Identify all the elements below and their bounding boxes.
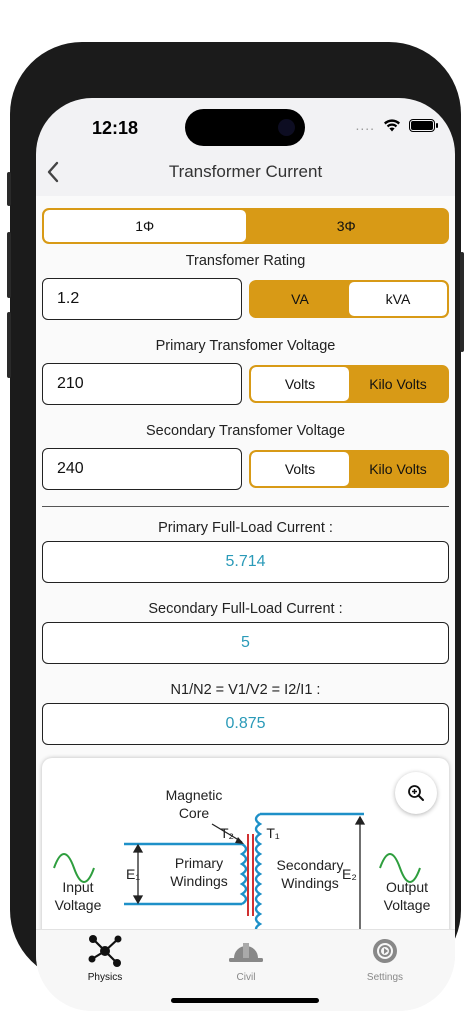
e2-label: E₂ [342,866,357,882]
tab-settings[interactable]: Settings [345,934,425,983]
phone-frame: 12:18 .... Transformer Current 1Φ 3Φ Tra… [7,42,464,1011]
zoom-in-icon [408,785,424,801]
magnetic-core-label: Magnetic Core [165,787,223,822]
tab-label: Physics [87,972,123,983]
unit-option-volts[interactable]: Volts [251,367,349,401]
ratio-label: N1/N2 = V1/V2 = I2/I1 : [170,682,321,698]
volume-up-button [7,232,11,298]
secondary-voltage-label: Secondary Transfomer Voltage [145,423,346,439]
tab-label: Settings [366,972,404,983]
tab-bar: Physics Civil Settings [36,929,455,1011]
t1-label: T₁ [266,825,280,841]
gear-icon [373,939,397,963]
molecule-icon [88,935,122,967]
battery-icon [409,118,438,132]
zoom-button[interactable] [395,772,437,814]
rating-input[interactable]: 1.2 [42,278,242,320]
secondary-voltage-input[interactable]: 240 [42,448,242,490]
unit-option-kva[interactable]: kVA [349,282,447,316]
unit-option-va[interactable]: VA [251,282,349,316]
secondary-current-label: Secondary Full-Load Current : [148,601,343,617]
status-icons: .... [355,117,438,133]
phase-option-1[interactable]: 1Φ [44,210,246,242]
secondary-current-result: 5 [42,622,449,664]
status-time: 12:18 [92,118,139,138]
screen: 12:18 .... Transformer Current 1Φ 3Φ Tra… [36,98,455,1011]
primary-voltage-label: Primary Transfomer Voltage [155,338,336,354]
phase-selector: 1Φ 3Φ [42,208,449,244]
t2-label: T₂ [220,825,234,841]
unit-option-volts[interactable]: Volts [251,452,349,486]
primary-current-result: 5.714 [42,541,449,583]
wifi-icon [384,119,400,132]
tab-label: Civil [236,972,256,983]
dynamic-island [185,109,305,146]
transformer-diagram: Magnetic Core Input Voltage Primary Winding… [42,758,449,929]
phase-option-3[interactable]: 3Φ [245,210,447,242]
ratio-result: 0.875 [42,703,449,745]
home-indicator [171,998,319,1003]
page-title: Transformer Current [168,162,323,181]
volume-down-button [7,312,11,378]
secondary-windings-label: Secondary Windings [276,857,344,892]
primary-current-label: Primary Full-Load Current : [158,520,333,536]
unit-option-kilo-volts[interactable]: Kilo Volts [349,452,447,486]
tab-civil[interactable]: Civil [206,934,286,983]
primary-coil [239,842,248,906]
hard-hat-icon [229,943,263,962]
rating-unit-selector: VA kVA [249,280,449,318]
input-voltage-label: Input Voltage [54,879,102,914]
section-divider [42,506,449,507]
rating-label: Transfomer Rating [185,253,306,269]
primary-voltage-input[interactable]: 210 [42,363,242,405]
magnetic-core [247,834,254,916]
power-button [460,252,464,352]
primary-windings-label: Primary Windings [170,855,228,890]
secondary-voltage-unit-selector: Volts Kilo Volts [249,450,449,488]
tab-physics[interactable]: Physics [65,934,145,983]
calculator-content: 1Φ 3Φ Transfomer Rating 1.2 VA kVA Prima… [36,196,455,929]
nav-bar: Transformer Current [36,150,455,194]
camera-icon [278,119,295,136]
unit-option-kilo-volts[interactable]: Kilo Volts [349,367,447,401]
mute-switch [7,172,11,206]
e1-label: E₁ [126,866,141,882]
output-voltage-label: Output Voltage [383,879,431,914]
signal-dots: .... [355,117,375,133]
primary-voltage-unit-selector: Volts Kilo Volts [249,365,449,403]
